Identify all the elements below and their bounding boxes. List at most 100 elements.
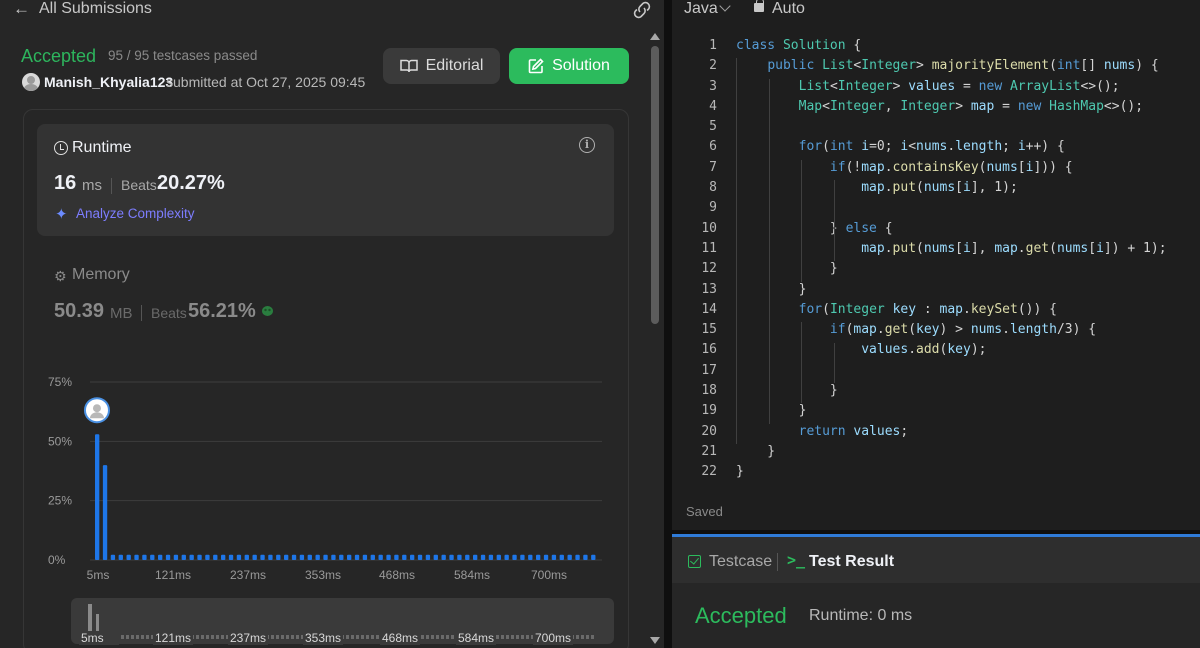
- code-text[interactable]: values.add(key);: [736, 340, 986, 360]
- editorial-button[interactable]: Editorial: [383, 48, 500, 84]
- chart-bar: [354, 554, 360, 560]
- chart-bar: [150, 554, 155, 560]
- mini-bar: [291, 635, 294, 639]
- analyze-complexity-link[interactable]: Analyze Complexity: [76, 206, 195, 221]
- scroll-down-arrow-icon[interactable]: [650, 637, 660, 644]
- line-number: 12: [701, 261, 717, 277]
- code-text[interactable]: if(!map.containsKey(nums[i])) {: [736, 158, 1073, 178]
- info-icon[interactable]: i: [579, 137, 595, 153]
- code-editor[interactable]: 1 class Solution {2 public List<Integer> …: [672, 36, 1200, 483]
- mini-bar: [146, 635, 149, 639]
- code-line[interactable]: 15 if(map.get(key) > nums.length/3) {: [672, 320, 1200, 340]
- runtime-unit: ms: [82, 177, 102, 194]
- code-text[interactable]: }: [736, 381, 838, 401]
- code-line[interactable]: 21 }: [672, 442, 1200, 462]
- chart-bar: [347, 554, 352, 560]
- user-avatar[interactable]: [22, 73, 40, 91]
- chart-bar: [536, 554, 541, 560]
- code-text[interactable]: for(int i=0; i<nums.length; i++) {: [736, 137, 1065, 157]
- chart-bar: [260, 554, 265, 560]
- mini-x-label: 121ms: [155, 631, 191, 645]
- code-line[interactable]: 4 Map<Integer, Integer> map = new HashMa…: [672, 97, 1200, 117]
- username[interactable]: Manish_Khyalia123: [44, 74, 173, 90]
- back-arrow-icon[interactable]: ←: [13, 0, 30, 18]
- mini-bar: [421, 635, 424, 639]
- code-text[interactable]: map.put(nums[i], 1);: [736, 178, 1018, 198]
- editorial-label: Editorial: [425, 57, 484, 74]
- mini-bar: [426, 635, 429, 639]
- link-icon[interactable]: [631, 0, 653, 20]
- tab-testcase[interactable]: Testcase: [709, 553, 772, 571]
- tab-test-result[interactable]: Test Result: [809, 553, 894, 571]
- code-text[interactable]: List<Integer> values = new ArrayList<>()…: [736, 77, 1120, 97]
- code-text[interactable]: public List<Integer> majorityElement(int…: [736, 56, 1158, 76]
- code-line[interactable]: 17: [672, 361, 1200, 381]
- code-text[interactable]: Map<Integer, Integer> map = new HashMap<…: [736, 97, 1143, 117]
- mini-bar: [126, 635, 129, 639]
- chart-bar: [181, 554, 186, 560]
- code-line[interactable]: 16 values.add(key);: [672, 340, 1200, 360]
- chart-bar: [473, 554, 478, 560]
- code-text[interactable]: if(map.get(key) > nums.length/3) {: [736, 320, 1096, 340]
- scrollbar-thumb[interactable]: [651, 46, 659, 324]
- all-submissions-link[interactable]: All Submissions: [39, 0, 152, 18]
- chart-bar: [165, 554, 171, 560]
- code-line[interactable]: 3 List<Integer> values = new ArrayList<>…: [672, 77, 1200, 97]
- x-tick-label: 700ms: [531, 568, 567, 582]
- code-text[interactable]: }: [736, 401, 807, 421]
- code-line[interactable]: 20 return values;: [672, 422, 1200, 442]
- chart-bar: [378, 554, 383, 560]
- panel-resizer[interactable]: [664, 0, 672, 648]
- code-text[interactable]: for(Integer key : map.keySet()) {: [736, 300, 1057, 320]
- mini-bar: [371, 635, 374, 639]
- x-tick-label: 5ms: [87, 568, 110, 582]
- chart-bar: [134, 554, 139, 560]
- chart-bar: [244, 554, 249, 560]
- code-line[interactable]: 1 class Solution {: [672, 36, 1200, 56]
- memory-label[interactable]: Memory: [72, 266, 130, 284]
- x-tick-label: 468ms: [379, 568, 415, 582]
- code-line[interactable]: 5: [672, 117, 1200, 137]
- code-line[interactable]: 10 } else {: [672, 219, 1200, 239]
- chart-bar: [504, 554, 509, 560]
- code-line[interactable]: 2 public List<Integer> majorityElement(i…: [672, 56, 1200, 76]
- solution-label: Solution: [552, 57, 610, 74]
- range-selector-overview[interactable]: 5ms 121ms 237ms 353ms 468ms 584ms 700ms: [71, 598, 614, 648]
- code-line[interactable]: 9: [672, 198, 1200, 218]
- line-number: 1: [709, 38, 717, 53]
- chart-bar: [417, 554, 423, 560]
- lock-icon: [754, 0, 764, 12]
- mini-bar: [276, 635, 279, 639]
- code-line[interactable]: 13 }: [672, 280, 1200, 300]
- code-text[interactable]: }: [736, 280, 807, 300]
- language-selector[interactable]: Java: [684, 0, 718, 18]
- mini-bar: [141, 635, 144, 639]
- code-text[interactable]: return values;: [736, 422, 909, 442]
- code-text[interactable]: } else {: [736, 219, 893, 239]
- code-line[interactable]: 22}: [672, 462, 1200, 482]
- code-text[interactable]: }: [736, 442, 775, 462]
- chart-bar: [543, 554, 549, 560]
- solution-button[interactable]: Solution: [509, 48, 629, 84]
- code-line[interactable]: 7 if(!map.containsKey(nums[i])) {: [672, 158, 1200, 178]
- code-line[interactable]: 14 for(Integer key : map.keySet()) {: [672, 300, 1200, 320]
- runtime-distribution-chart[interactable]: 75% 50% 25% 0% 5ms 121ms 237ms 353ms 468ms 584ms 7…: [40, 370, 620, 590]
- mini-bar: [351, 635, 354, 639]
- chart-bar: [433, 554, 438, 560]
- code-line[interactable]: 18 }: [672, 381, 1200, 401]
- chart-bar: [110, 554, 116, 560]
- line-number: 5: [709, 119, 717, 135]
- code-text[interactable]: class Solution {: [736, 36, 861, 56]
- code-text[interactable]: }: [736, 259, 838, 279]
- code-line[interactable]: 19 }: [672, 401, 1200, 421]
- line-number: 15: [701, 322, 717, 338]
- chart-bar: [213, 554, 218, 560]
- code-text[interactable]: }: [736, 462, 744, 482]
- code-line[interactable]: 8 map.put(nums[i], 1);: [672, 178, 1200, 198]
- code-line[interactable]: 12 }: [672, 259, 1200, 279]
- code-line[interactable]: 6 for(int i=0; i<nums.length; i++) {: [672, 137, 1200, 157]
- chart-bar: [465, 554, 470, 560]
- code-line[interactable]: 11 map.put(nums[i], map.get(nums[i]) + 1…: [672, 239, 1200, 259]
- auto-mode-label[interactable]: Auto: [772, 0, 805, 18]
- scroll-up-arrow-icon[interactable]: [650, 33, 660, 40]
